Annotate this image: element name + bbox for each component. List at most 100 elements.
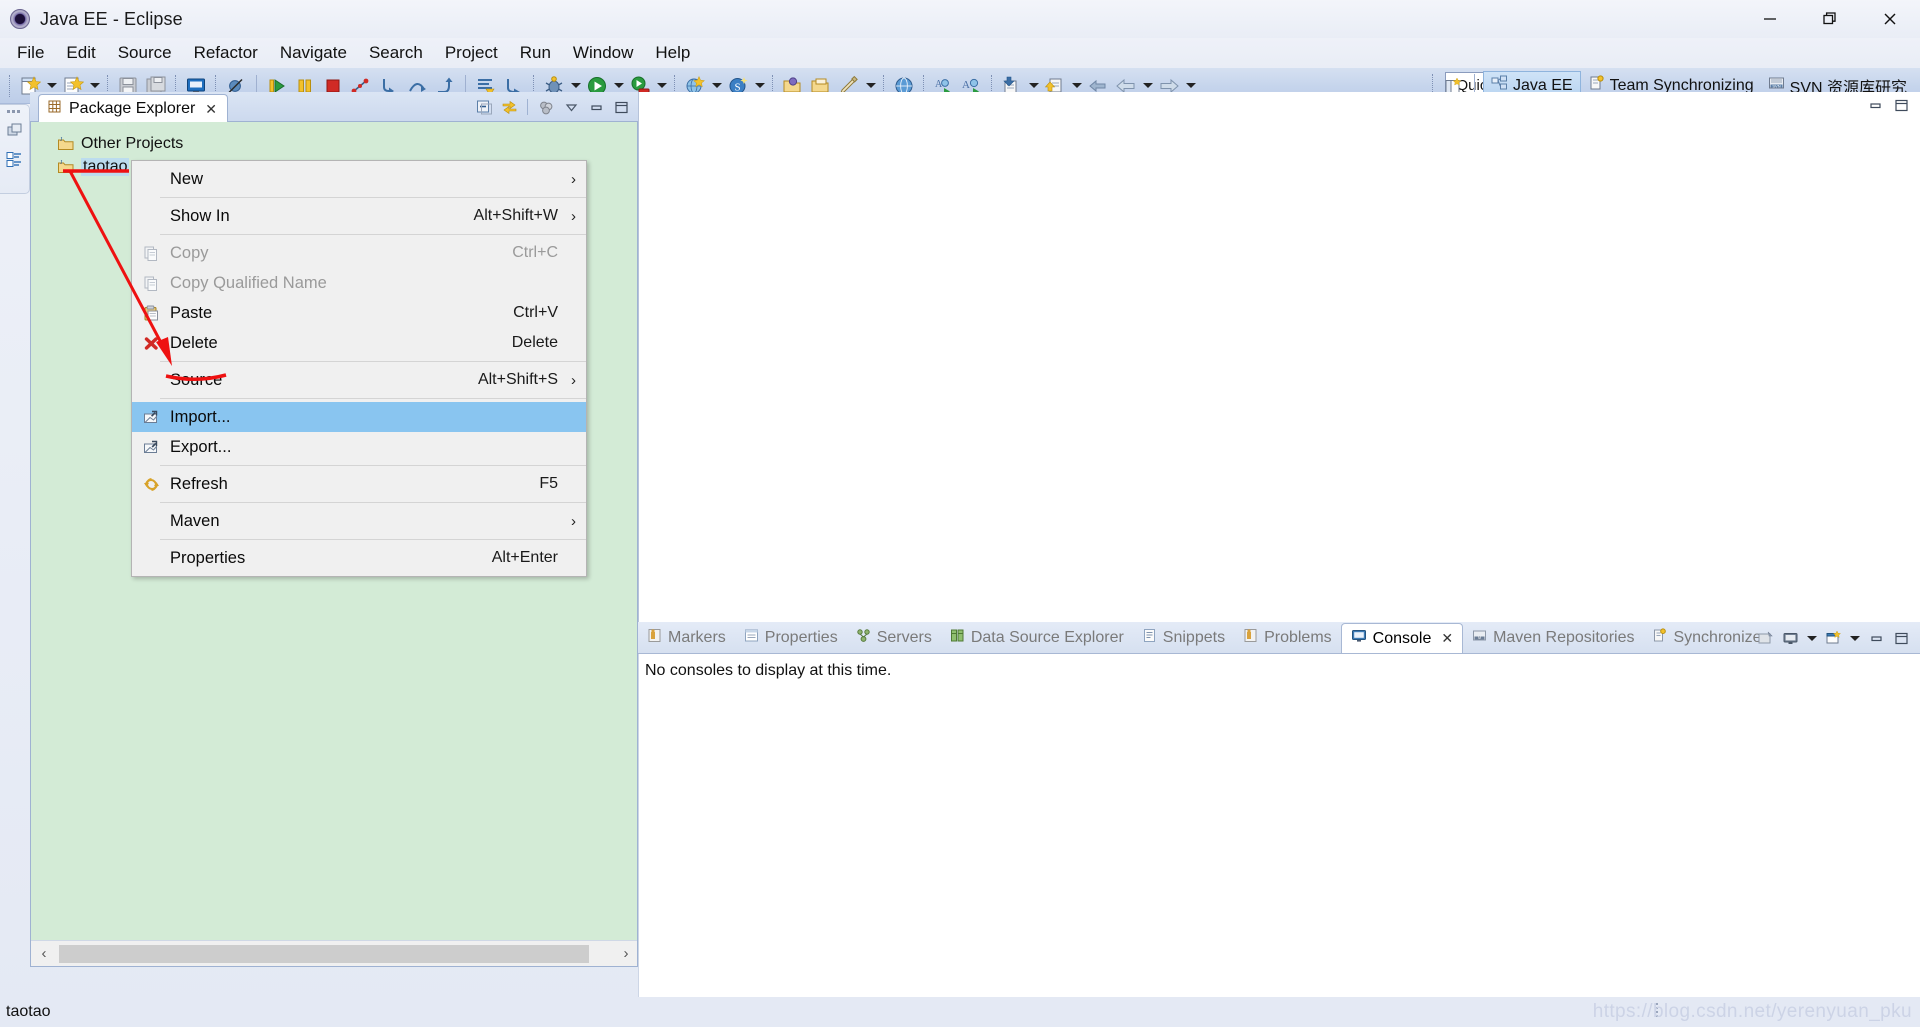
context-menu-item-show-in[interactable]: Show In Alt+Shift+W › (132, 201, 586, 231)
tab-label: Problems (1264, 629, 1332, 646)
context-menu-item-source[interactable]: Source Alt+Shift+S › (132, 365, 586, 395)
refresh-icon (140, 474, 162, 494)
no-icon (140, 206, 162, 226)
menu-help[interactable]: Help (644, 40, 701, 66)
menu-separator (160, 361, 586, 362)
menu-item-label: Paste (170, 303, 213, 322)
tab-synchronize[interactable]: Synchronize (1643, 623, 1770, 653)
snippets-icon (1142, 628, 1157, 648)
scrollbar-track[interactable] (57, 941, 613, 966)
window-title: Java EE - Eclipse (40, 8, 183, 29)
context-menu-item-paste[interactable]: Paste Ctrl+V (132, 298, 586, 328)
menu-item-label: New (170, 169, 204, 188)
tree-item-other-projects[interactable]: J Other Projects (31, 132, 637, 155)
eclipse-window: Java EE - Eclipse File Edit Source Refac… (0, 0, 1920, 1027)
minimize-icon[interactable] (585, 96, 607, 118)
maximize-icon[interactable] (610, 96, 632, 118)
maximize-icon[interactable] (1890, 94, 1912, 116)
window-controls (1740, 0, 1920, 38)
status-text: taotao (6, 1003, 51, 1020)
menu-run[interactable]: Run (509, 40, 562, 66)
import-icon (140, 407, 162, 427)
submenu-arrow-icon: › (571, 512, 576, 530)
problems-icon (1243, 628, 1258, 648)
tab-label: Snippets (1162, 629, 1226, 646)
fast-view-grip[interactable] (6, 109, 23, 114)
menu-file[interactable]: File (6, 40, 55, 66)
tab-maven-repositories[interactable]: M Maven Repositories (1463, 623, 1643, 653)
link-with-editor-icon[interactable] (498, 96, 520, 118)
display-selected-console-icon[interactable] (1779, 627, 1801, 649)
context-menu-item-delete[interactable]: Delete Delete (132, 328, 586, 358)
fast-view-bar (0, 104, 30, 194)
export-icon (140, 437, 162, 457)
scroll-left-button[interactable]: ‹ (31, 941, 57, 966)
tab-problems[interactable]: Problems (1234, 623, 1341, 653)
horizontal-scrollbar[interactable]: ‹ › (31, 940, 637, 966)
menu-item-shortcut: Alt+Enter (491, 549, 558, 566)
context-menu-item-copy-qualified-name: Copy Qualified Name (132, 268, 586, 298)
menu-edit[interactable]: Edit (55, 40, 106, 66)
maven-repositories-icon: M (1472, 628, 1487, 648)
menu-item-shortcut: Delete (511, 334, 558, 351)
servers-icon (856, 628, 871, 648)
open-console-dropdown-icon[interactable] (1847, 625, 1862, 651)
tab-servers[interactable]: Servers (847, 623, 941, 653)
tab-properties[interactable]: Properties (735, 623, 847, 653)
context-menu-item-refresh[interactable]: Refresh F5 (132, 469, 586, 499)
menu-navigate[interactable]: Navigate (269, 40, 358, 66)
scroll-right-button[interactable]: › (613, 941, 637, 966)
tab-package-explorer[interactable]: Package Explorer ✕ (38, 94, 229, 123)
minimize-icon[interactable] (1865, 627, 1887, 649)
context-menu-item-export[interactable]: Export... (132, 432, 586, 462)
close-icon[interactable] (1860, 0, 1920, 38)
menu-source[interactable]: Source (107, 40, 183, 66)
watermark: https://blog.csdn.net/yerenyuan_pku (1592, 1001, 1912, 1022)
filters-icon[interactable] (535, 96, 557, 118)
close-icon[interactable]: ✕ (205, 101, 217, 118)
tab-label: Properties (764, 629, 838, 646)
tab-markers[interactable]: Markers (638, 623, 735, 653)
context-menu-item-maven[interactable]: Maven › (132, 506, 586, 536)
minimize-icon[interactable] (1864, 94, 1886, 116)
scrollbar-thumb[interactable] (59, 944, 589, 963)
eclipse-icon (9, 8, 31, 30)
close-icon[interactable]: ✕ (1441, 630, 1453, 647)
context-menu[interactable]: New › Show In Alt+Shift+W › Copy Ctrl+C … (131, 160, 587, 577)
maximize-icon[interactable] (1890, 627, 1912, 649)
tab-console[interactable]: Console ✕ (1340, 623, 1464, 653)
console-view-body[interactable]: No consoles to display at this time. (638, 654, 1920, 997)
synchronize-icon (1652, 628, 1667, 648)
title-bar: Java EE - Eclipse (0, 0, 1920, 38)
console-view-toolbar (1754, 625, 1912, 651)
menu-project[interactable]: Project (434, 40, 509, 66)
tab-snippets[interactable]: Snippets (1133, 623, 1234, 653)
menu-separator (160, 465, 586, 466)
tab-label: Maven Repositories (1493, 629, 1635, 646)
restore-icon[interactable] (1800, 0, 1860, 38)
menu-item-label: Refresh (170, 474, 228, 493)
tree-item-label: taotao (81, 157, 130, 176)
display-selected-console-dropdown-icon[interactable] (1804, 625, 1819, 651)
open-console-icon[interactable] (1822, 627, 1844, 649)
markers-icon (647, 628, 662, 648)
context-menu-item-copy: Copy Ctrl+C (132, 238, 586, 268)
copy-icon (140, 243, 162, 263)
tab-data-source-explorer[interactable]: Data Source Explorer (941, 623, 1133, 653)
sidebar-item-package-explorer[interactable] (5, 150, 24, 174)
menu-refactor[interactable]: Refactor (183, 40, 269, 66)
menu-search[interactable]: Search (358, 40, 434, 66)
minimize-icon[interactable] (1740, 0, 1800, 38)
status-bar: taotao https://blog.csdn.net/yerenyuan_p… (0, 997, 1920, 1027)
context-menu-item-new[interactable]: New › (132, 164, 586, 194)
menu-item-label: Export... (170, 437, 232, 456)
context-menu-item-import[interactable]: Import... (132, 402, 586, 432)
restore-view-icon[interactable] (6, 122, 23, 144)
pin-console-icon[interactable] (1754, 627, 1776, 649)
menu-window[interactable]: Window (562, 40, 644, 66)
collapse-all-icon[interactable] (473, 96, 495, 118)
view-menu-icon[interactable] (560, 96, 582, 118)
context-menu-item-properties[interactable]: Properties Alt+Enter (132, 543, 586, 573)
tree-item-label: Other Projects (81, 134, 184, 152)
editor-area[interactable] (638, 92, 1920, 622)
